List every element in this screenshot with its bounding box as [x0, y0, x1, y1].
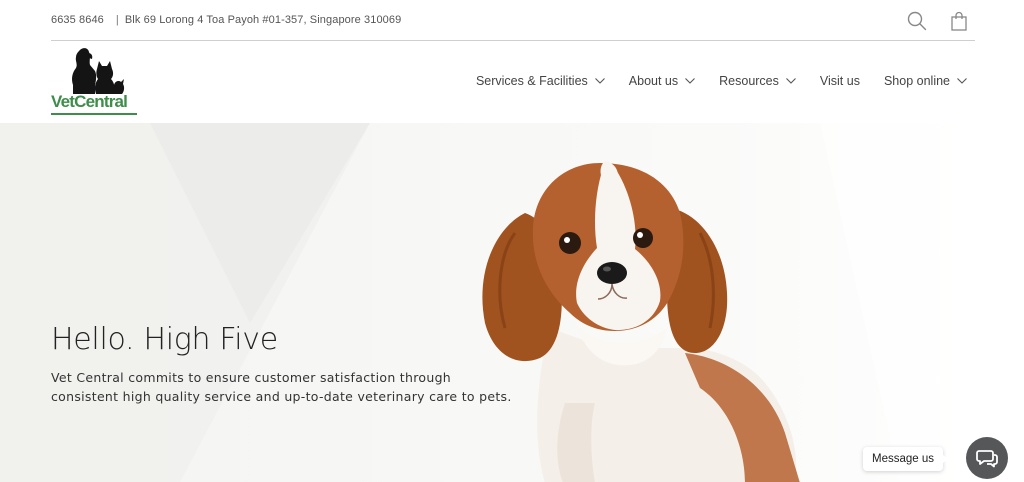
- chevron-down-icon: [786, 78, 796, 84]
- logo-wordmark: VetCentral: [51, 92, 128, 111]
- chat-button[interactable]: [966, 437, 1008, 479]
- nav-item-shop-online[interactable]: Shop online: [884, 74, 967, 88]
- nav-item-label: Resources: [719, 74, 779, 88]
- message-us-label[interactable]: Message us: [863, 447, 949, 471]
- phone-number[interactable]: 6635 8646: [51, 14, 104, 26]
- shopping-bag-icon[interactable]: [949, 11, 969, 31]
- contact-info: 6635 8646 | Blk 69 Lorong 4 Toa Payoh #01-…: [51, 14, 407, 26]
- hero-description: Vet Central commits to ensure customer s…: [51, 370, 512, 404]
- nav-item-label: Services & Facilities: [475, 74, 588, 88]
- nav-item-services-facilities[interactable]: Services & Facilities: [476, 74, 605, 88]
- main-navigation: Services & Facilities About us Resources…: [452, 74, 967, 88]
- chat-bubbles-icon: [976, 450, 998, 468]
- nav-item-label: Shop online: [883, 74, 950, 88]
- nav-item-resources[interactable]: Resources: [719, 74, 796, 88]
- puppy-image: [482, 161, 800, 482]
- nav-item-visit-us[interactable]: Visit us: [820, 74, 860, 88]
- contact-separator: |: [115, 14, 119, 26]
- pets-silhouette-logo-icon: [72, 48, 125, 94]
- hero-banner: [0, 123, 1024, 482]
- hero-title: Hello. High Five: [51, 322, 278, 357]
- hero-text-block: Hello. High Five Vet Central commits to …: [51, 322, 531, 406]
- top-bar: 6635 8646 | Blk 69 Lorong 4 Toa Payoh #01-…: [51, 0, 975, 41]
- nav-item-label: About us: [628, 74, 679, 88]
- chevron-down-icon: [685, 78, 696, 84]
- chevron-down-icon: [957, 78, 967, 84]
- vetcentral-logo[interactable]: VetCentral: [51, 47, 138, 117]
- nav-item-about-us[interactable]: About us: [628, 74, 696, 88]
- topbar-icons: [907, 11, 969, 31]
- search-icon[interactable]: [907, 11, 927, 31]
- chevron-down-icon: [594, 78, 605, 84]
- nav-item-label: Visit us: [819, 74, 860, 88]
- logo-underline: [51, 113, 137, 115]
- site-header: VetCentral Services & Facilities About u…: [0, 41, 1024, 123]
- address: Blk 69 Lorong 4 Toa Payoh #01-357, Singa…: [124, 14, 402, 26]
